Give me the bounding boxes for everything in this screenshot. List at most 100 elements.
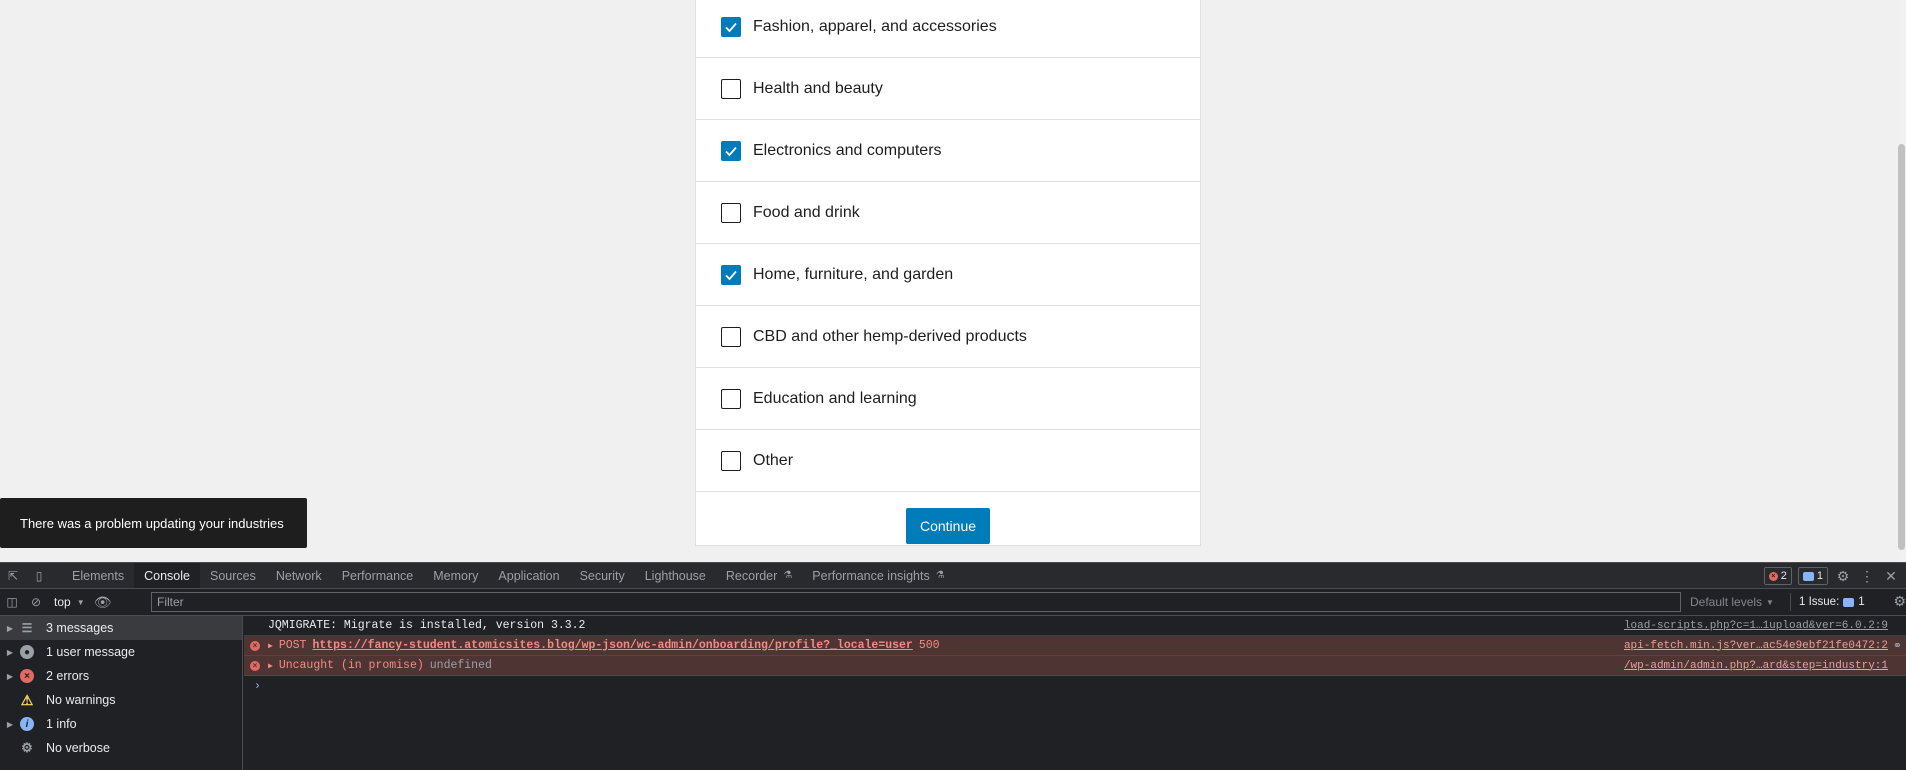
error-icon: × — [250, 640, 260, 651]
industry-option[interactable]: Health and beauty — [696, 58, 1200, 120]
experimental-flask-icon: ⚗ — [935, 570, 945, 581]
industry-list: Fashion, apparel, and accessories Health … — [696, 0, 1200, 492]
devtools-tabbar: ⇱ ▯ Elements Console Sources Network Perform… — [0, 562, 1906, 589]
status-code: 500 — [918, 639, 940, 652]
tab-memory[interactable]: Memory — [423, 563, 488, 588]
sidebar-item-label: No verbose — [46, 741, 110, 755]
sidebar-item-warning[interactable]: ⚠ No warnings — [0, 688, 242, 712]
warning-icon: ⚠ — [20, 691, 34, 708]
snackbar-text: There was a problem updating your indust… — [20, 515, 284, 531]
dropdown-arrow-icon: ▼ — [76, 597, 85, 607]
errors-badge[interactable]: × 2 — [1763, 567, 1792, 585]
console-filter-input[interactable] — [151, 592, 1681, 612]
console-log: JQMIGRATE: Migrate is installed, version… — [244, 616, 1906, 770]
tab-performance[interactable]: Performance — [332, 563, 424, 588]
live-expression-eye-icon[interactable]: 👁 — [91, 594, 115, 611]
checkbox[interactable] — [721, 140, 741, 161]
sidebar-item-user[interactable]: ▶ ● 1 user message — [0, 640, 242, 664]
tab-elements[interactable]: Elements — [62, 563, 134, 588]
context-select[interactable]: top ▼ — [48, 595, 91, 609]
console-settings-icon[interactable]: ⚙ — [1893, 593, 1906, 610]
industry-label: Fashion, apparel, and accessories — [753, 17, 997, 35]
tab-application[interactable]: Application — [488, 563, 569, 588]
industry-label: Health and beauty — [753, 79, 883, 97]
request-url-link[interactable]: https://fancy-student.atomicsites.blog/w… — [312, 639, 912, 652]
console-toolbar: ◫ ⊘ top ▼ 👁 Default levels ▼ 1 Issue: 1 … — [0, 589, 1906, 616]
industry-option[interactable]: Food and drink — [696, 182, 1200, 244]
expand-arrow-icon[interactable]: ▶ — [0, 720, 20, 729]
industry-label: Home, furniture, and garden — [753, 265, 954, 283]
industry-label: Electronics and computers — [753, 141, 942, 159]
checkbox[interactable] — [721, 326, 741, 347]
industry-option[interactable]: Electronics and computers — [696, 120, 1200, 182]
sidebar-item-label: 1 user message — [46, 645, 135, 659]
experimental-flask-icon: ⚗ — [783, 570, 793, 581]
expand-arrow-icon[interactable]: ▶ — [268, 641, 273, 651]
error-icon: × — [1768, 571, 1778, 581]
checkbox[interactable] — [721, 450, 741, 471]
industry-label: CBD and other hemp-derived products — [753, 327, 1027, 345]
industry-label: Food and drink — [753, 203, 860, 221]
log-levels-dropdown[interactable]: Default levels ▼ — [1690, 589, 1774, 615]
industry-card: Fashion, apparel, and accessories Health … — [695, 0, 1201, 546]
expand-arrow-icon[interactable]: ▶ — [0, 648, 20, 657]
sidebar-item-error[interactable]: ▶ × 2 errors — [0, 664, 242, 688]
checkbox[interactable] — [721, 264, 741, 285]
sidebar-toggle-icon[interactable]: ◫ — [0, 595, 24, 609]
tab-security[interactable]: Security — [570, 563, 635, 588]
issues-button[interactable]: 1 Issue: 1 — [1790, 593, 1865, 611]
continue-button[interactable]: Continue — [905, 508, 991, 544]
industry-option[interactable]: Education and learning — [696, 368, 1200, 430]
checkbox[interactable] — [721, 78, 741, 99]
inspect-element-icon[interactable]: ⇱ — [0, 563, 26, 588]
expand-arrow-icon[interactable]: ▶ — [0, 624, 20, 633]
log-row-error[interactable]: × ▶ POST https://fancy-student.atomicsit… — [244, 636, 1906, 656]
industry-label: Education and learning — [753, 389, 917, 407]
page-scrollbar[interactable] — [1897, 0, 1906, 562]
industry-option[interactable]: CBD and other hemp-derived products — [696, 306, 1200, 368]
checkbox[interactable] — [721, 388, 741, 409]
sidebar-item-label: 1 info — [46, 717, 77, 731]
industry-option[interactable]: Other — [696, 430, 1200, 492]
settings-gear-icon[interactable]: ⚙ — [1834, 568, 1852, 585]
user-icon: ● — [20, 645, 34, 659]
sidebar-item-label: 3 messages — [46, 621, 114, 635]
checkmark-icon — [725, 270, 737, 280]
tab-console[interactable]: Console — [134, 563, 200, 588]
tab-sources[interactable]: Sources — [200, 563, 266, 588]
log-row-info: JQMIGRATE: Migrate is installed, version… — [244, 616, 1906, 636]
log-source-link[interactable]: load-scripts.php?c=1…1upload&ver=6.0.2:9 — [1624, 620, 1888, 632]
clear-console-icon[interactable]: ⊘ — [24, 595, 48, 609]
issues-badge[interactable]: 1 — [1797, 567, 1828, 585]
network-globe-icon[interactable]: ⚭ — [1893, 639, 1902, 653]
more-options-icon[interactable]: ⋮ — [1858, 568, 1876, 585]
sidebar-item-list[interactable]: ▶ ☰ 3 messages — [0, 616, 242, 640]
industry-option[interactable]: Fashion, apparel, and accessories — [696, 0, 1200, 58]
sidebar-item-label: 2 errors — [46, 669, 90, 683]
expand-arrow-icon[interactable]: ▶ — [268, 661, 273, 671]
industry-option[interactable]: Home, furniture, and garden — [696, 244, 1200, 306]
log-row-error[interactable]: × ▶ Uncaught (in promise) undefined /wp-… — [244, 656, 1906, 676]
tab-network[interactable]: Network — [266, 563, 332, 588]
checkbox[interactable] — [721, 16, 741, 37]
error-icon: × — [20, 669, 34, 683]
tab-recorder[interactable]: Recorder ⚗ — [716, 563, 802, 588]
error-icon: × — [250, 660, 260, 671]
sidebar-item-verbose[interactable]: ⚙ No verbose — [0, 736, 242, 760]
log-source-link[interactable]: /wp-admin/admin.php?…ard&step=industry:1 — [1624, 660, 1888, 672]
expand-arrow-icon[interactable]: ▶ — [0, 672, 20, 681]
dropdown-arrow-icon: ▼ — [1766, 597, 1774, 607]
device-toolbar-icon[interactable]: ▯ — [26, 563, 52, 588]
error-snackbar[interactable]: There was a problem updating your indust… — [0, 498, 307, 548]
page-scroll-thumb[interactable] — [1898, 144, 1905, 550]
tab-performance-insights[interactable]: Performance insights ⚗ — [802, 563, 954, 588]
sidebar-item-label: No warnings — [46, 693, 116, 707]
close-icon[interactable]: ✕ — [1882, 568, 1900, 585]
list-icon: ☰ — [21, 621, 33, 635]
checkbox[interactable] — [721, 202, 741, 223]
verbose-icon: ⚙ — [21, 740, 33, 755]
sidebar-item-info[interactable]: ▶ i 1 info — [0, 712, 242, 736]
tab-lighthouse[interactable]: Lighthouse — [635, 563, 716, 588]
console-prompt[interactable]: › — [244, 676, 1906, 696]
log-source-link[interactable]: api-fetch.min.js?ver…ac54e9ebf21fe0472:2 — [1624, 640, 1888, 652]
